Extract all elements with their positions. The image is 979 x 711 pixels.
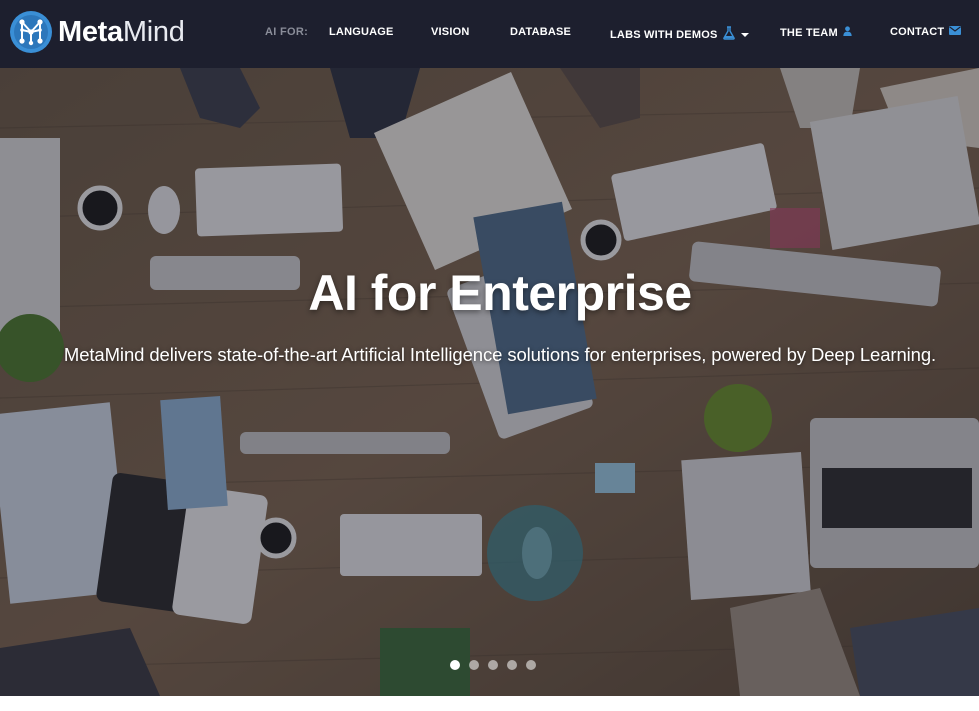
brand-link[interactable]: MetaMind: [9, 10, 185, 54]
hero-dark-overlay: [0, 68, 979, 696]
nav-item-contact[interactable]: CONTACT: [890, 26, 962, 38]
carousel-dot-1[interactable]: [450, 660, 460, 670]
navbar: MetaMind AI FOR: LANGUAGE VISION DATABAS…: [0, 0, 979, 68]
carousel-indicators: [450, 660, 545, 670]
nav-item-label: LABS WITH DEMOS: [610, 28, 718, 41]
nav-item-language[interactable]: LANGUAGE: [329, 26, 394, 38]
nav-item-labs-with-demos[interactable]: LABS WITH DEMOS: [610, 26, 749, 43]
hero-subtitle: MetaMind delivers state-of-the-art Artif…: [63, 344, 937, 365]
flask-icon: [722, 26, 735, 43]
hero-title: AI for Enterprise: [308, 265, 692, 321]
nav-item-database[interactable]: DATABASE: [510, 26, 571, 38]
nav-item-vision[interactable]: VISION: [431, 26, 470, 38]
nav-item-the-team[interactable]: THE TEAM: [780, 26, 852, 39]
page-content-start: [0, 696, 979, 711]
carousel-dot-4[interactable]: [507, 660, 517, 670]
nav-item-label: DATABASE: [510, 26, 572, 38]
envelope-icon: [949, 26, 962, 38]
brand-name-light: Mind: [122, 15, 185, 48]
brand-name-bold: Meta: [58, 15, 123, 48]
nav-item-label: THE TEAM: [780, 26, 838, 39]
hero-carousel: AI for Enterprise MetaMind delivers stat…: [0, 68, 979, 696]
user-icon: [843, 26, 852, 39]
nav-item-label: VISION: [431, 26, 470, 38]
nav-item-label: CONTACT: [890, 26, 945, 38]
carousel-dot-5[interactable]: [526, 660, 536, 670]
chevron-down-icon: [740, 33, 749, 37]
brand-name: MetaMind: [58, 15, 185, 48]
metamind-logo-icon: [10, 11, 52, 53]
carousel-dot-3[interactable]: [488, 660, 498, 670]
nav-item-label: LANGUAGE: [329, 26, 394, 38]
carousel-dot-2[interactable]: [469, 660, 479, 670]
nav-prefix-label: AI FOR:: [265, 26, 309, 38]
